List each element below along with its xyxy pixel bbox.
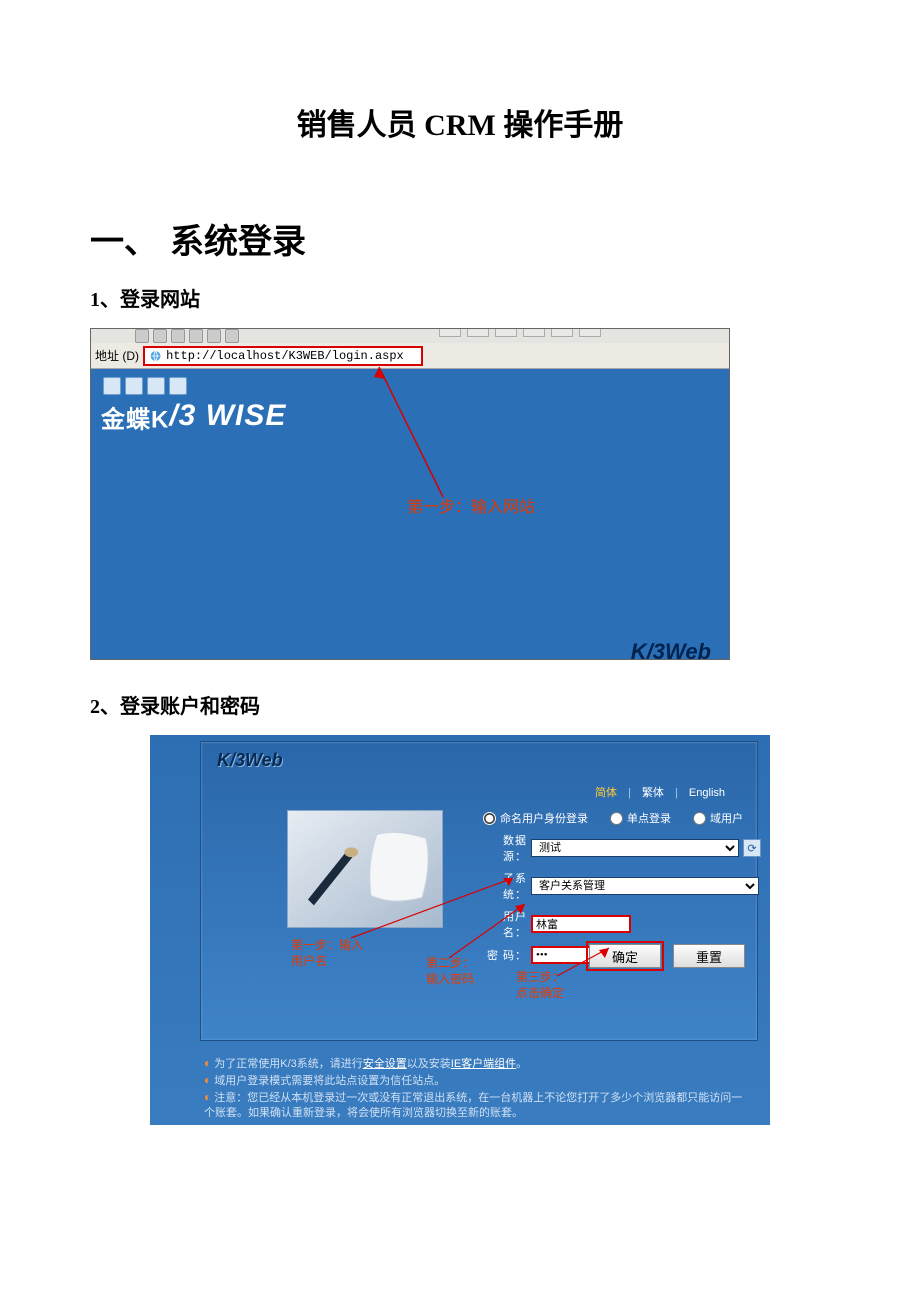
radio-label: 命名用户身份登录 bbox=[500, 810, 588, 826]
toolbar-icon bbox=[189, 329, 203, 343]
lang-traditional[interactable]: 繁体 bbox=[642, 787, 664, 799]
radio-domain-user[interactable]: 域用户 bbox=[693, 810, 743, 826]
toolbar-icon bbox=[439, 328, 461, 337]
user-icon[interactable] bbox=[125, 377, 143, 395]
toolbar-icon bbox=[467, 328, 489, 337]
row-subsystem: 子系统： 客户关系管理 bbox=[483, 870, 763, 902]
radio-single-signon[interactable]: 单点登录 bbox=[610, 810, 671, 826]
separator: | bbox=[628, 787, 631, 799]
k3wise-logo: 金蝶K/3 WISE bbox=[101, 399, 286, 435]
toolbar-icon bbox=[579, 328, 601, 337]
form-buttons: 确定 重置 bbox=[589, 944, 745, 968]
subsection-heading-2: 2、登录账户和密码 bbox=[90, 690, 830, 719]
login-notes: ◐为了正常使用K/3系统，请进行安全设置以及安装IE客户端组件。 ◐域用户登录模… bbox=[204, 1055, 752, 1120]
document-page: 销售人员 CRM 操作手册 一、系统登录 1、登录网站 bbox=[0, 0, 920, 1185]
username-input[interactable] bbox=[531, 915, 631, 933]
toolbar-icon bbox=[225, 329, 239, 343]
bullet-icon: ◐ bbox=[204, 1073, 211, 1087]
login-illustration bbox=[287, 810, 443, 928]
page-toolbar bbox=[103, 377, 187, 397]
row-datasource: 数据源： 测试 ⟳ bbox=[483, 832, 763, 864]
annotation-step2: 第二步：输入密码 bbox=[426, 956, 474, 987]
toolbar-icon bbox=[551, 328, 573, 337]
separator: | bbox=[675, 787, 678, 799]
annotation-step3: 第三步：点击确定 bbox=[516, 970, 564, 1001]
row-username: 用户名： bbox=[483, 908, 763, 940]
reset-button[interactable]: 重置 bbox=[673, 944, 745, 968]
print-icon[interactable] bbox=[169, 377, 187, 395]
password-label: 密 码： bbox=[483, 947, 531, 963]
radio-input[interactable] bbox=[693, 812, 706, 825]
username-label: 用户名： bbox=[483, 908, 531, 940]
lang-simplified[interactable]: 简体 bbox=[595, 787, 617, 799]
address-label: 地址 (D) bbox=[95, 347, 143, 364]
ie-icon bbox=[149, 349, 162, 363]
radio-input[interactable] bbox=[610, 812, 623, 825]
toolbar-icon bbox=[523, 328, 545, 337]
k3web-text: K/3Web bbox=[631, 639, 711, 660]
browser-toolbar-fragment bbox=[91, 329, 729, 343]
section-number: 一、 bbox=[90, 214, 170, 263]
datasource-label: 数据源： bbox=[483, 832, 531, 864]
screenshot-login-url: 地址 (D) 金蝶K/3 WISE 第一步：输入网站 K/3Web bbox=[90, 328, 730, 660]
annotation-step1: 第一步：输入用户名 bbox=[291, 938, 363, 969]
note-line: ◐注意：您已经从本机登录过一次或没有正常退出系统，在一台机器上不论您打开了多少个… bbox=[204, 1089, 752, 1121]
ie-component-link[interactable]: IE客户端组件 bbox=[451, 1058, 516, 1070]
toolbar-icon bbox=[153, 329, 167, 343]
annotation-step1: 第一步：输入网站 bbox=[407, 493, 535, 517]
save-icon[interactable] bbox=[103, 377, 121, 395]
address-bar-row: 地址 (D) bbox=[91, 343, 729, 369]
logo-cn: 金蝶K bbox=[101, 407, 169, 434]
subsection-heading-1: 1、登录网站 bbox=[90, 283, 830, 312]
subsystem-select[interactable]: 客户关系管理 bbox=[531, 877, 759, 895]
login-type-radios: 命名用户身份登录 单点登录 域用户 bbox=[483, 810, 743, 826]
address-input[interactable] bbox=[166, 349, 417, 363]
toolbar-icon bbox=[207, 329, 221, 343]
k3web-logo: K/3Web bbox=[217, 750, 283, 771]
ok-button[interactable]: 确定 bbox=[589, 944, 661, 968]
radio-input[interactable] bbox=[483, 812, 496, 825]
address-input-highlight bbox=[143, 346, 423, 366]
datasource-select[interactable]: 测试 bbox=[531, 839, 739, 857]
screenshot-login-form: K/3Web 简体 | 繁体 | English 命名用户身份登录 单点登录 域… bbox=[150, 735, 770, 1125]
toolbar-icon bbox=[135, 329, 149, 343]
mail-icon[interactable] bbox=[147, 377, 165, 395]
section-title: 系统登录 bbox=[170, 223, 306, 261]
toolbar-icon bbox=[495, 328, 517, 337]
login-panel: K/3Web 简体 | 繁体 | English 命名用户身份登录 单点登录 域… bbox=[200, 741, 758, 1041]
datasource-refresh-icon[interactable]: ⟳ bbox=[743, 839, 761, 857]
radio-named-user[interactable]: 命名用户身份登录 bbox=[483, 810, 588, 826]
language-switch: 简体 | 繁体 | English bbox=[591, 784, 729, 800]
bullet-icon: ◐ bbox=[204, 1090, 211, 1104]
note-line: ◐域用户登录模式需要将此站点设置为信任站点。 bbox=[204, 1072, 752, 1089]
security-settings-link[interactable]: 安全设置 bbox=[363, 1058, 407, 1070]
lang-english[interactable]: English bbox=[689, 787, 725, 799]
note-line: ◐为了正常使用K/3系统，请进行安全设置以及安装IE客户端组件。 bbox=[204, 1055, 752, 1072]
radio-label: 单点登录 bbox=[627, 810, 671, 826]
subsystem-label: 子系统： bbox=[483, 870, 531, 902]
section-heading-1: 一、系统登录 bbox=[90, 214, 830, 263]
toolbar-icon bbox=[171, 329, 185, 343]
logo-en: /3 WISE bbox=[169, 399, 286, 432]
radio-label: 域用户 bbox=[710, 810, 743, 826]
bullet-icon: ◐ bbox=[204, 1056, 211, 1070]
document-title: 销售人员 CRM 操作手册 bbox=[90, 100, 830, 144]
